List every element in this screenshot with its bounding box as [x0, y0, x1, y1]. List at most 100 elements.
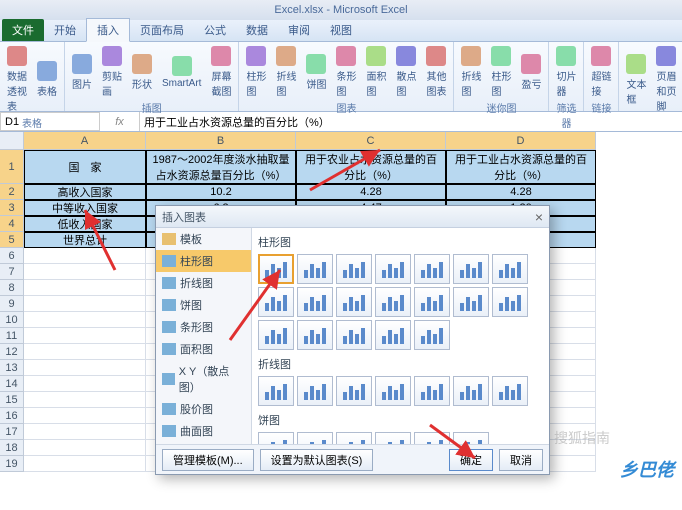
row-header[interactable]: 10 [0, 312, 24, 328]
chart-thumbnail[interactable] [336, 287, 372, 317]
chart-thumbnail[interactable] [297, 287, 333, 317]
cell[interactable]: 10.2 [146, 184, 296, 200]
set-default-chart-button[interactable]: 设置为默认图表(S) [260, 449, 374, 471]
chart-thumbnail[interactable] [375, 376, 411, 406]
ribbon-button[interactable]: 剪贴画 [99, 44, 125, 100]
dialog-close-button[interactable]: × [535, 209, 543, 225]
ribbon-button[interactable]: 表格 [34, 59, 60, 100]
cell[interactable] [24, 264, 146, 280]
cell[interactable] [24, 344, 146, 360]
chart-thumbnail[interactable] [258, 432, 294, 444]
row-header[interactable]: 11 [0, 328, 24, 344]
ribbon-button[interactable]: 超链接 [588, 44, 614, 100]
cell[interactable] [24, 280, 146, 296]
tab-home[interactable]: 开始 [44, 19, 86, 41]
row-header[interactable]: 16 [0, 408, 24, 424]
chart-thumbnail[interactable] [414, 376, 450, 406]
chart-thumbnail[interactable] [336, 320, 372, 350]
ribbon-button[interactable]: 散点图 [393, 44, 419, 100]
tab-data[interactable]: 数据 [236, 19, 278, 41]
formula-input[interactable]: 用于工业占水资源总量的百分比（%） [140, 112, 682, 131]
ribbon-button[interactable]: 柱形图 [488, 44, 514, 100]
ribbon-button[interactable]: 面积图 [363, 44, 389, 100]
row-header[interactable]: 2 [0, 184, 24, 200]
ribbon-button[interactable]: 数据透视表 [4, 44, 30, 115]
cell[interactable]: 高收入国家 [24, 184, 146, 200]
chart-thumbnail[interactable] [375, 254, 411, 284]
chart-thumbnail[interactable] [336, 432, 372, 444]
cell[interactable] [24, 424, 146, 440]
chart-thumbnail[interactable] [414, 254, 450, 284]
ribbon-button[interactable]: 折线图 [273, 44, 299, 100]
cell[interactable] [24, 392, 146, 408]
chart-thumbnail[interactable] [414, 320, 450, 350]
ribbon-button[interactable]: 折线图 [458, 44, 484, 100]
chart-thumbnail[interactable] [297, 376, 333, 406]
cell[interactable]: 低收入国家 [24, 216, 146, 232]
chart-thumbnail[interactable] [336, 254, 372, 284]
cell[interactable] [24, 328, 146, 344]
cell[interactable]: 世界总计 [24, 232, 146, 248]
row-header[interactable]: 5 [0, 232, 24, 248]
ribbon-button[interactable]: 形状 [129, 52, 155, 93]
cell[interactable]: 1987～2002年度淡水抽取量占水资源总量百分比（%） [146, 150, 296, 184]
tab-view[interactable]: 视图 [320, 19, 362, 41]
row-header[interactable]: 6 [0, 248, 24, 264]
column-header[interactable]: D [446, 132, 596, 150]
ribbon-button[interactable]: 饼图 [303, 52, 329, 93]
chart-thumbnail[interactable] [375, 432, 411, 444]
row-header[interactable]: 3 [0, 200, 24, 216]
cell[interactable]: 4.28 [446, 184, 596, 200]
cell[interactable] [24, 456, 146, 472]
name-box[interactable]: D1 [0, 112, 100, 131]
column-header[interactable]: A [24, 132, 146, 150]
row-header[interactable]: 13 [0, 360, 24, 376]
chart-thumbnail[interactable] [492, 254, 528, 284]
cell[interactable] [24, 296, 146, 312]
ribbon-button[interactable]: 文本框 [623, 52, 649, 108]
chart-type-item[interactable]: 折线图 [156, 272, 251, 294]
row-header[interactable]: 4 [0, 216, 24, 232]
cell[interactable] [24, 440, 146, 456]
chart-thumbnail[interactable] [492, 287, 528, 317]
chart-type-item[interactable]: 面积图 [156, 338, 251, 360]
row-header[interactable]: 9 [0, 296, 24, 312]
row-header[interactable]: 18 [0, 440, 24, 456]
chart-thumbnail[interactable] [297, 254, 333, 284]
ribbon-button[interactable]: SmartArt [159, 54, 204, 91]
chart-thumbnail[interactable] [375, 320, 411, 350]
chart-type-item[interactable]: 曲面图 [156, 420, 251, 442]
chart-type-item[interactable]: X Y（散点图） [156, 360, 251, 398]
cell[interactable]: 4.28 [296, 184, 446, 200]
ribbon-button[interactable]: 切片器 [553, 44, 579, 100]
cell[interactable] [24, 248, 146, 264]
ribbon-button[interactable]: 柱形图 [243, 44, 269, 100]
cell[interactable]: 用于工业占水资源总量的百分比（%） [446, 150, 596, 184]
tab-review[interactable]: 审阅 [278, 19, 320, 41]
chart-thumbnail[interactable] [258, 287, 294, 317]
ribbon-button[interactable]: 屏幕截图 [208, 44, 234, 100]
chart-type-item[interactable]: 股价图 [156, 398, 251, 420]
tab-insert[interactable]: 插入 [86, 18, 130, 42]
cancel-button[interactable]: 取消 [499, 449, 543, 471]
row-header[interactable]: 14 [0, 376, 24, 392]
chart-thumbnail[interactable] [414, 432, 450, 444]
chart-thumbnail[interactable] [375, 287, 411, 317]
cell[interactable] [24, 376, 146, 392]
chart-type-item[interactable]: 模板 [156, 228, 251, 250]
chart-thumbnail[interactable] [297, 432, 333, 444]
column-header[interactable]: B [146, 132, 296, 150]
row-header[interactable]: 8 [0, 280, 24, 296]
cell[interactable] [24, 360, 146, 376]
chart-thumbnail[interactable] [258, 376, 294, 406]
row-header[interactable]: 15 [0, 392, 24, 408]
cell[interactable]: 用于农业占水资源总量的百分比（%） [296, 150, 446, 184]
chart-thumbnail[interactable] [453, 254, 489, 284]
ribbon-button[interactable]: 盈亏 [518, 52, 544, 93]
cell[interactable]: 国 家 [24, 150, 146, 184]
chart-thumbnail[interactable] [297, 320, 333, 350]
cell[interactable]: 中等收入国家 [24, 200, 146, 216]
chart-thumbnail[interactable] [258, 254, 294, 284]
tab-formulas[interactable]: 公式 [194, 19, 236, 41]
select-all-corner[interactable] [0, 132, 24, 150]
